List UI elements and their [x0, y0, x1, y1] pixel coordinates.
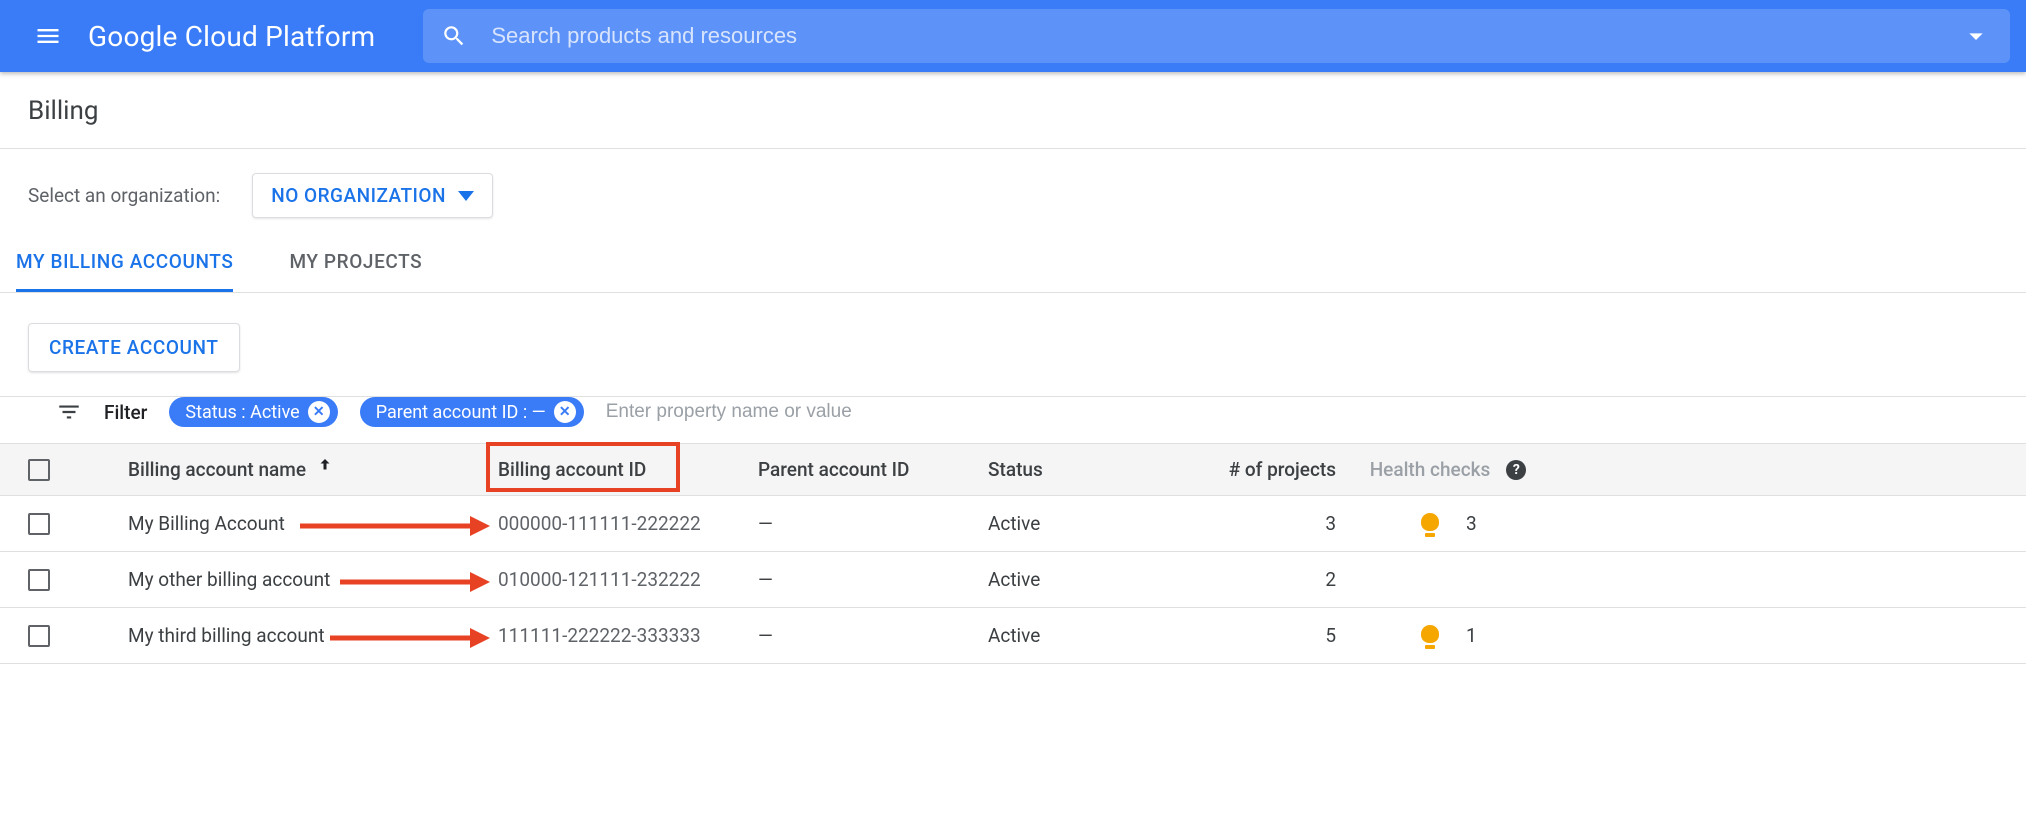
table-row: My other billing account 010000-121111-2…	[0, 552, 2026, 608]
select-all-checkbox[interactable]	[28, 459, 50, 481]
filter-chip-status[interactable]: Status : Active ✕	[169, 397, 337, 427]
chip-remove-icon[interactable]: ✕	[554, 401, 576, 423]
filter-chip-parent[interactable]: Parent account ID : — ✕	[360, 397, 584, 427]
table-row: My Billing Account 000000-111111-222222 …	[0, 496, 2026, 552]
col-parent-account-id[interactable]: Parent account ID	[758, 458, 909, 481]
row-health: 3	[1466, 512, 1477, 535]
row-id: 000000-111111-222222	[498, 512, 701, 535]
lightbulb-icon	[1419, 625, 1441, 647]
row-parent: —	[758, 568, 773, 591]
chip-remove-icon[interactable]: ✕	[308, 401, 330, 423]
help-icon[interactable]: ?	[1506, 460, 1526, 480]
col-status[interactable]: Status	[988, 458, 1043, 481]
create-account-button[interactable]: CREATE ACCOUNT	[28, 323, 240, 372]
search-input[interactable]	[491, 23, 1936, 49]
billing-accounts-table: Billing account name Billing account ID …	[0, 444, 2026, 664]
col-billing-account-id[interactable]: Billing account ID	[498, 458, 646, 481]
filter-input[interactable]	[606, 401, 2026, 423]
menu-icon[interactable]	[28, 16, 68, 56]
dropdown-icon	[458, 191, 474, 201]
row-checkbox[interactable]	[28, 513, 50, 535]
row-projects: 5	[1325, 624, 1336, 647]
row-id: 010000-121111-232222	[498, 568, 701, 591]
row-name[interactable]: My other billing account	[128, 568, 330, 591]
row-checkbox[interactable]	[28, 569, 50, 591]
row-name[interactable]: My third billing account	[128, 624, 325, 647]
organization-select[interactable]: NO ORGANIZATION	[252, 173, 493, 218]
search-icon	[441, 23, 467, 49]
lightbulb-icon	[1419, 513, 1441, 535]
row-status: Active	[988, 512, 1040, 535]
organization-label: Select an organization:	[28, 184, 220, 207]
row-status: Active	[988, 568, 1040, 591]
chevron-down-icon[interactable]	[1960, 20, 1992, 52]
row-parent: —	[758, 512, 773, 535]
row-projects: 2	[1325, 568, 1336, 591]
row-health: 1	[1466, 624, 1477, 647]
search-bar[interactable]	[423, 9, 2010, 63]
table-row: My third billing account 111111-222222-3…	[0, 608, 2026, 664]
col-health-checks[interactable]: Health checks	[1370, 458, 1491, 481]
filter-chip-parent-text: Parent account ID : —	[376, 402, 546, 423]
row-projects: 3	[1325, 512, 1336, 535]
filter-chip-status-text: Status : Active	[185, 402, 299, 423]
filter-icon	[56, 399, 82, 425]
tab-my-billing-accounts[interactable]: MY BILLING ACCOUNTS	[16, 250, 233, 292]
brand-title: Google Cloud Platform	[88, 20, 375, 53]
col-billing-account-name[interactable]: Billing account name	[128, 458, 306, 481]
filter-label: Filter	[104, 401, 147, 424]
sort-asc-icon[interactable]	[316, 456, 334, 479]
tab-my-projects[interactable]: MY PROJECTS	[289, 250, 422, 292]
row-status: Active	[988, 624, 1040, 647]
col-projects[interactable]: # of projects	[1229, 458, 1336, 481]
page-title: Billing	[0, 72, 2026, 148]
row-id: 111111-222222-333333	[498, 624, 701, 647]
organization-select-value: NO ORGANIZATION	[271, 184, 446, 207]
table-header-row: Billing account name Billing account ID …	[0, 444, 2026, 496]
row-name[interactable]: My Billing Account	[128, 512, 285, 535]
row-parent: —	[758, 624, 773, 647]
row-checkbox[interactable]	[28, 625, 50, 647]
